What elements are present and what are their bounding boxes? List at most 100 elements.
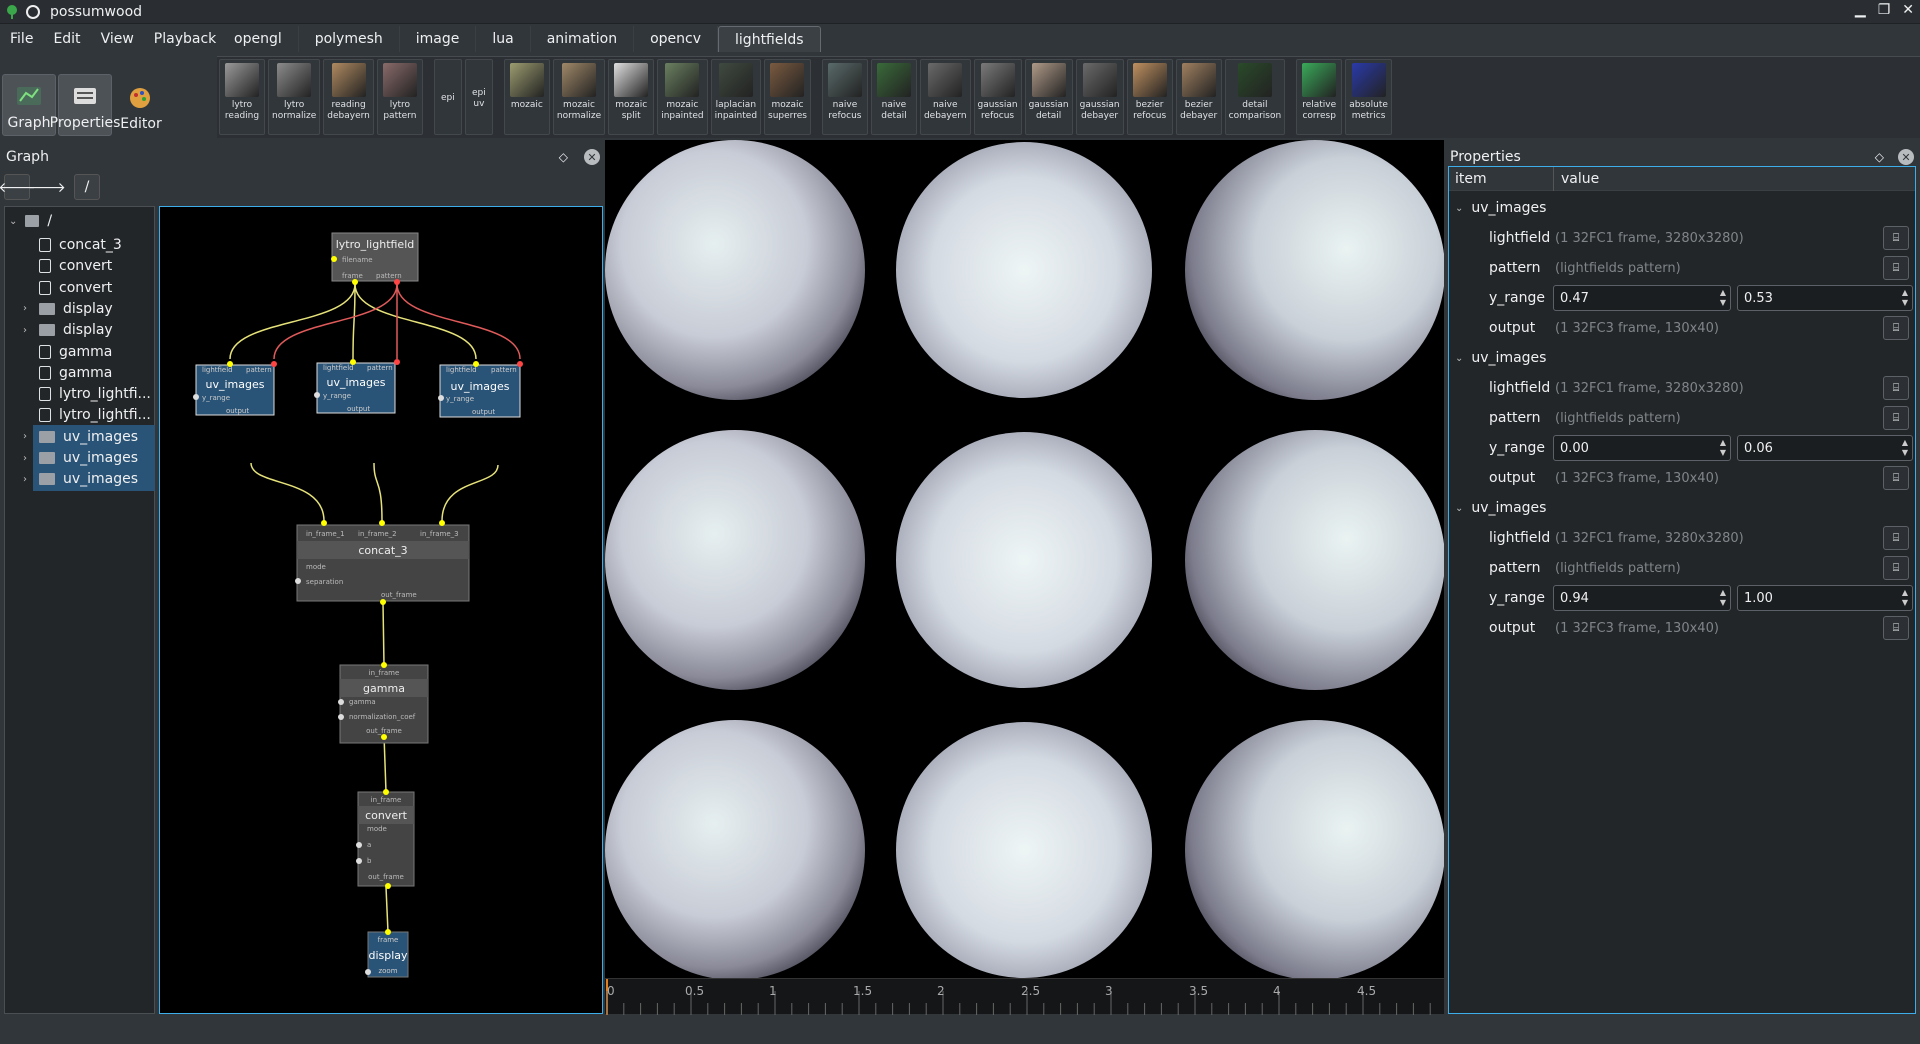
edit-icon[interactable]: ⌸ (1883, 466, 1909, 490)
spin-arrows-icon[interactable]: ▲ ▼ (1902, 588, 1908, 608)
tool-gaussian-debayer-button[interactable]: gaussian debayer (1075, 59, 1124, 135)
float-icon[interactable]: ◇ (559, 150, 568, 164)
y-max-value: 0.53 (1744, 290, 1773, 306)
node-lytro-lightfield[interactable]: lytro_lightfield filename frame pattern (331, 232, 419, 285)
tab-lightfields[interactable]: lightfields (718, 26, 821, 52)
chevron-right-icon[interactable]: › (23, 474, 27, 485)
graph-canvas[interactable]: lytro_lightfield filename frame pattern … (159, 206, 603, 1014)
tool-mozaic-button[interactable]: mozaic (503, 59, 550, 135)
chevron-right-icon[interactable]: › (23, 453, 27, 464)
edit-icon[interactable]: ⌸ (1883, 406, 1909, 430)
float-icon[interactable]: ◇ (1875, 150, 1884, 164)
tool-bezier-refocus-button[interactable]: bezier refocus (1126, 59, 1173, 135)
tool-absolute-metrics-button[interactable]: absolute metrics (1345, 59, 1392, 135)
tool-bezier-debayer-button[interactable]: bezier debayer (1175, 59, 1222, 135)
node-uv-images-1[interactable]: lightfield pattern uv_images y_range out… (193, 361, 277, 416)
forward-button[interactable]: 🡒 (28, 174, 66, 200)
editor-mode-button[interactable]: Editor (114, 74, 168, 136)
tool-relative-corresp-button[interactable]: relative corresp (1296, 59, 1343, 135)
edit-icon[interactable]: ⌸ (1883, 556, 1909, 580)
tool-mozaic-split-button[interactable]: mozaic split (608, 59, 655, 135)
chevron-down-icon[interactable]: ⌄ (1455, 203, 1463, 214)
menu-view[interactable]: View (91, 31, 144, 47)
graph-mode-button[interactable]: Graph (2, 74, 56, 136)
spin-arrows-icon[interactable]: ▲ ▼ (1720, 288, 1726, 308)
timeline-ruler[interactable]: 0 0.5 1 1.5 2 2.5 3 3.5 4 4.5 (605, 978, 1444, 1015)
edit-icon[interactable]: ⌸ (1883, 256, 1909, 280)
chevron-down-icon[interactable]: ⌄ (1455, 503, 1463, 514)
tab-image[interactable]: image (400, 26, 477, 52)
tool-lytro-pattern-button[interactable]: lytro pattern (376, 59, 423, 135)
menu-edit[interactable]: Edit (43, 31, 90, 47)
image-viewport[interactable] (605, 140, 1445, 1014)
minimize-icon[interactable]: ▁ (1855, 2, 1866, 18)
spin-arrows-icon[interactable]: ▲ ▼ (1902, 438, 1908, 458)
spin-arrows-icon[interactable]: ▲ ▼ (1902, 288, 1908, 308)
maximize-icon[interactable]: ❐ (1878, 2, 1891, 18)
property-row: y_range 0.00 ▲ ▼ 0.06 ▲ ▼ (1449, 433, 1915, 463)
close-panel-icon[interactable]: ✕ (584, 149, 600, 165)
edit-icon[interactable]: ⌸ (1883, 376, 1909, 400)
tab-animation[interactable]: animation (531, 26, 635, 52)
close-icon[interactable]: ✕ (1902, 2, 1914, 18)
node-concat-3[interactable]: in_frame_1 in_frame_2 in_frame_3 concat_… (295, 520, 470, 605)
tool-lytro-normalize-button[interactable]: lytro normalize (268, 59, 321, 135)
edit-icon[interactable]: ⌸ (1883, 316, 1909, 340)
tree-item-uv_images[interactable]: › uv_images (23, 467, 155, 492)
spin-arrows-icon[interactable]: ▲ ▼ (1720, 438, 1726, 458)
tool-lytro-reading-button[interactable]: lytro reading (219, 59, 265, 135)
chevron-right-icon[interactable]: › (23, 303, 27, 314)
node-uv-images-2[interactable]: lightfield pattern uv_images y_range out… (314, 359, 400, 414)
node-convert[interactable]: in_frame convert mode a b out_frame (356, 789, 415, 889)
tool-naive-debayern-button[interactable]: naive debayern (919, 59, 971, 135)
tool-reading-debayern-button[interactable]: reading debayern (323, 59, 374, 135)
tool-detail-comparison-button[interactable]: detail comparison (1224, 59, 1286, 135)
tool-laplacian-inpainted-button[interactable]: laplacian inpainted (710, 59, 762, 135)
edit-icon[interactable]: ⌸ (1883, 526, 1909, 550)
ruler-label: 0.5 (685, 984, 704, 998)
path-crumb[interactable]: / (74, 174, 100, 200)
tool-epi-uv-button[interactable]: epi uv (464, 59, 493, 135)
tab-lua[interactable]: lua (476, 26, 531, 52)
tool-naive-refocus-button[interactable]: naive refocus (821, 59, 868, 135)
tool-epi-button[interactable]: epi (433, 59, 462, 135)
node-icon (39, 365, 51, 380)
tool-mozaic-inpainted-button[interactable]: mozaic inpainted (657, 59, 708, 135)
tab-polymesh[interactable]: polymesh (299, 26, 400, 52)
node-lytro-title: lytro_lightfield (336, 238, 415, 251)
pin-icon[interactable] (26, 4, 40, 19)
close-panel-icon[interactable]: ✕ (1898, 149, 1914, 165)
tab-opengl[interactable]: opengl (218, 26, 299, 52)
y-range-max-spinbox[interactable]: 1.00 ▲ ▼ (1737, 585, 1913, 611)
tool-mozaic-superres-button[interactable]: mozaic superres (764, 59, 811, 135)
back-button[interactable]: 🡐 (0, 174, 36, 200)
chevron-right-icon[interactable]: › (23, 431, 27, 442)
edit-icon[interactable]: ⌸ (1883, 226, 1909, 250)
menu-file[interactable]: File (0, 31, 43, 47)
y-range-min-spinbox[interactable]: 0.47 ▲ ▼ (1553, 285, 1731, 311)
tree-root[interactable]: ⌄ / (5, 209, 155, 233)
properties-mode-button[interactable]: Properties (50, 74, 120, 136)
y-range-max-spinbox[interactable]: 0.06 ▲ ▼ (1737, 435, 1913, 461)
chevron-down-icon[interactable]: ⌄ (1455, 353, 1463, 364)
property-row: lightfield (1 32FC1 frame, 3280x3280) ⌸ (1449, 523, 1915, 553)
reading-debayern-icon (331, 63, 366, 97)
tool-gaussian-refocus-button[interactable]: gaussian refocus (973, 59, 1022, 135)
tab-opencv[interactable]: opencv (634, 26, 719, 52)
node-gamma[interactable]: in_frame gamma gamma normalization_coef … (338, 662, 429, 744)
node-display[interactable]: frame display zoom (365, 929, 409, 978)
chevron-right-icon[interactable]: › (23, 325, 27, 336)
tool-gaussian-detail-button[interactable]: gaussian detail (1024, 59, 1073, 135)
y-range-min-spinbox[interactable]: 0.00 ▲ ▼ (1553, 435, 1731, 461)
menu-playback[interactable]: Playback (144, 31, 226, 47)
tool-mozaic-normalize-button[interactable]: mozaic normalize (552, 59, 606, 135)
spin-arrows-icon[interactable]: ▲ ▼ (1720, 588, 1726, 608)
chevron-down-icon[interactable]: ⌄ (9, 216, 17, 227)
gaussian-refocus-icon (980, 63, 1015, 97)
properties-header-row: item value (1449, 166, 1915, 191)
y-range-max-spinbox[interactable]: 0.53 ▲ ▼ (1737, 285, 1913, 311)
tool-naive-detail-button[interactable]: naive detail (870, 59, 917, 135)
node-uv-images-3[interactable]: lightfield pattern uv_images y_range out… (438, 361, 523, 418)
y-range-min-spinbox[interactable]: 0.94 ▲ ▼ (1553, 585, 1731, 611)
edit-icon[interactable]: ⌸ (1883, 616, 1909, 640)
